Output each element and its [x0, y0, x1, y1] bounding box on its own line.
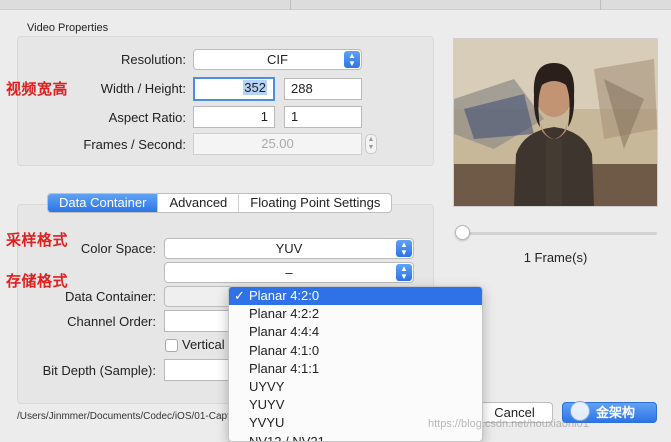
resolution-popup[interactable]: CIF ▲ ▼: [193, 49, 362, 70]
fps-label: Frames / Second:: [83, 137, 186, 152]
data-container-popup[interactable]: [164, 286, 234, 307]
frame-slider-knob[interactable]: [455, 225, 470, 240]
dropdown-item[interactable]: Planar 4:4:4: [229, 323, 482, 341]
width-height-annotation: 视频宽高: [6, 80, 69, 98]
popup-arrows-icon: ▲ ▼: [396, 240, 412, 257]
subsampling-popup[interactable]: – ▲ ▼: [164, 262, 414, 283]
color-space-label: Color Space:: [80, 241, 156, 256]
dropdown-item[interactable]: YUYV: [229, 396, 482, 414]
popup-arrows-icon: ▲ ▼: [344, 51, 360, 68]
resolution-value: CIF: [267, 52, 288, 67]
vertical-checkbox[interactable]: [165, 339, 178, 352]
dropdown-item[interactable]: Planar 4:1:0: [229, 342, 482, 360]
channel-order-field[interactable]: [164, 310, 234, 332]
height-field[interactable]: 288: [284, 78, 362, 100]
color-space-popup[interactable]: YUV ▲ ▼: [164, 238, 414, 259]
checkmark-icon: ✓: [234, 288, 245, 303]
aspect-ratio-label: Aspect Ratio:: [108, 110, 186, 125]
tab-floating-point-settings[interactable]: Floating Point Settings: [239, 194, 391, 212]
bit-depth-field[interactable]: [164, 359, 234, 381]
video-frame-image: [454, 39, 657, 206]
vertical-label: Vertical: [182, 337, 225, 352]
dropdown-item[interactable]: NV12 / NV21: [229, 433, 482, 442]
aspect-height-field[interactable]: 1: [284, 106, 362, 128]
file-path: /Users/Jinmmer/Documents/Codec/iOS/01-Ca…: [17, 411, 230, 422]
color-space-value: YUV: [275, 241, 303, 256]
window-top-edge: [0, 0, 671, 10]
color-space-annotation: 采样格式: [6, 231, 69, 249]
video-preview: [453, 38, 658, 207]
popup-arrows-icon: ▲ ▼: [396, 264, 412, 281]
channel-order-label: Channel Order:: [67, 314, 156, 329]
width-value: 352: [243, 80, 267, 95]
watermark-url: https://blog.csdn.net/houxiaoni01: [428, 418, 589, 430]
dropdown-item[interactable]: Planar 4:1:1: [229, 360, 482, 378]
fps-field[interactable]: 25.00: [193, 133, 362, 155]
dropdown-item[interactable]: ✓ Planar 4:2:0: [229, 287, 482, 306]
fps-stepper[interactable]: ▲ ▼: [365, 134, 377, 154]
aspect-width-field[interactable]: 1: [193, 106, 275, 128]
watermark-logo-text: 金架构: [596, 406, 636, 421]
frame-slider-track[interactable]: [461, 232, 657, 235]
tab-advanced[interactable]: Advanced: [158, 194, 240, 212]
wechat-logo-icon: [570, 401, 590, 421]
frame-count-label: 1 Frame(s): [523, 250, 588, 265]
data-container-label: Data Container:: [64, 289, 156, 304]
resolution-label: Resolution:: [120, 52, 186, 67]
dropdown-item[interactable]: Planar 4:2:2: [229, 305, 482, 323]
width-field[interactable]: 352: [193, 77, 275, 101]
tab-data-container[interactable]: Data Container: [48, 194, 159, 212]
subsampling-value: –: [285, 265, 293, 280]
width-height-label: Width / Height:: [100, 81, 186, 96]
video-properties-title: Video Properties: [27, 22, 109, 34]
storage-format-annotation: 存储格式: [6, 272, 69, 290]
dropdown-item[interactable]: UYVY: [229, 378, 482, 396]
bit-depth-label: Bit Depth (Sample):: [42, 363, 156, 378]
settings-tabs: Data Container Advanced Floating Point S…: [47, 193, 393, 213]
